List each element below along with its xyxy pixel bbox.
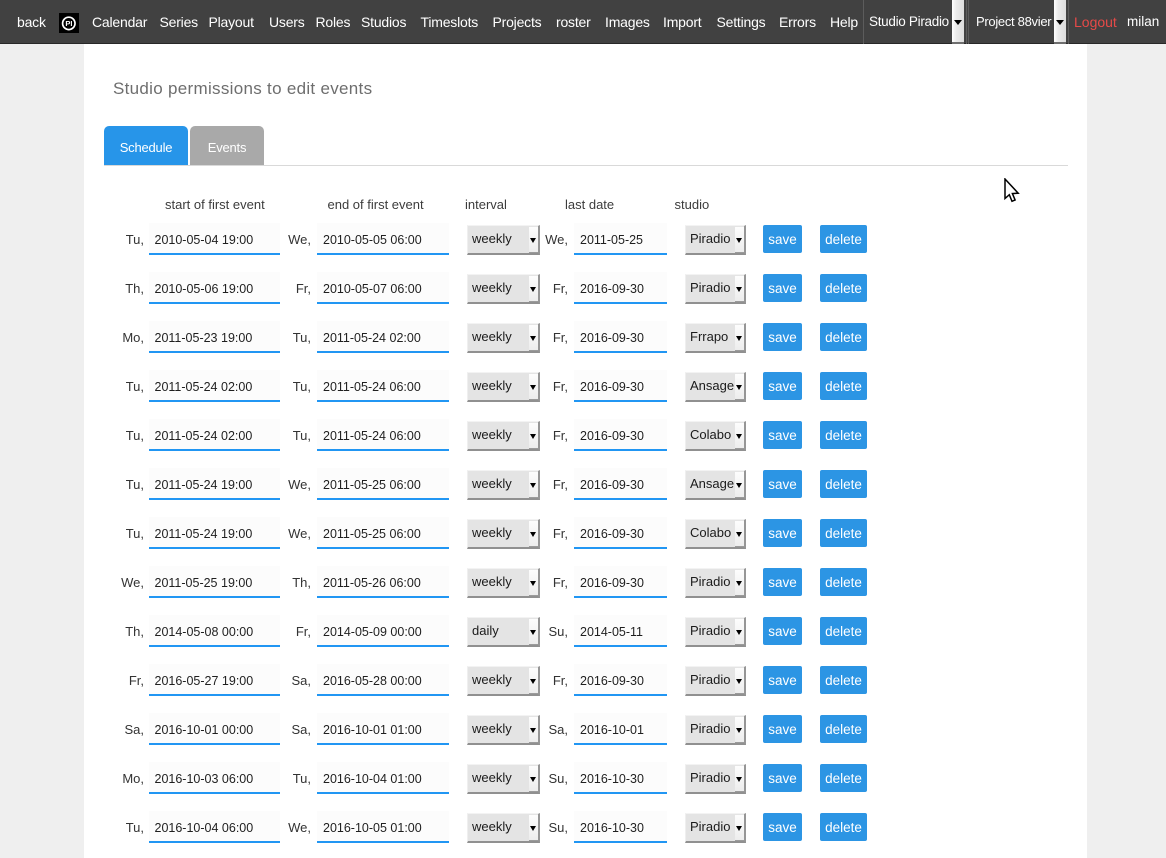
svg-text:PI: PI	[65, 19, 72, 28]
